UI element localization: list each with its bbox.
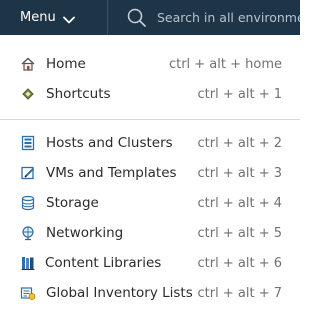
shortcuts-icon bbox=[20, 86, 36, 102]
menu-label: Menu bbox=[20, 10, 56, 25]
content-libraries-icon bbox=[20, 255, 36, 271]
search-placeholder: Search in all environme bbox=[157, 10, 300, 25]
menu-item-shortcuts[interactable]: Shortcuts ctrl + alt + 1 bbox=[0, 79, 300, 109]
menu-item-global-inventory-lists[interactable]: Global Inventory Lists ctrl + alt + 7 bbox=[0, 278, 300, 308]
global-search-field[interactable]: Search in all environme bbox=[127, 0, 300, 35]
menu-item-label: Hosts and Clusters bbox=[46, 135, 173, 151]
menu-item-label: Storage bbox=[46, 195, 99, 211]
main-menu-dropdown: Home ctrl + alt + home Shortcuts ctrl + … bbox=[0, 35, 300, 312]
menu-item-shortcut: ctrl + alt + 2 bbox=[197, 135, 282, 151]
menu-item-label: Networking bbox=[46, 225, 124, 241]
hosts-clusters-icon bbox=[20, 135, 36, 151]
header-divider bbox=[107, 0, 108, 35]
menu-item-label: Shortcuts bbox=[46, 86, 111, 102]
menu-item-label: Content Libraries bbox=[45, 255, 162, 271]
menu-item-shortcut: ctrl + alt + 4 bbox=[197, 195, 282, 211]
menu-item-networking[interactable]: Networking ctrl + alt + 5 bbox=[0, 218, 300, 248]
menu-item-home[interactable]: Home ctrl + alt + home bbox=[0, 49, 300, 79]
menu-item-storage[interactable]: Storage ctrl + alt + 4 bbox=[0, 188, 300, 218]
menu-item-shortcut: ctrl + alt + 6 bbox=[197, 255, 282, 271]
menu-toggle-button[interactable]: Menu bbox=[20, 0, 75, 35]
menu-item-shortcut: ctrl + alt + 7 bbox=[197, 285, 282, 301]
networking-icon bbox=[20, 225, 36, 241]
menu-item-label: Global Inventory Lists bbox=[46, 285, 193, 301]
menu-item-content-libraries[interactable]: Content Libraries ctrl + alt + 6 bbox=[0, 248, 300, 278]
menu-item-label: Home bbox=[46, 56, 86, 72]
vms-templates-icon bbox=[20, 165, 36, 181]
chevron-down-icon bbox=[62, 9, 75, 28]
global-inventory-icon bbox=[20, 285, 36, 301]
menu-item-label: VMs and Templates bbox=[46, 165, 177, 181]
top-navigation-bar: Menu Search in all environme bbox=[0, 0, 300, 35]
search-icon bbox=[127, 8, 147, 28]
menu-item-shortcut: ctrl + alt + 1 bbox=[197, 86, 282, 102]
menu-item-vms-and-templates[interactable]: VMs and Templates ctrl + alt + 3 bbox=[0, 158, 300, 188]
home-icon bbox=[20, 56, 36, 72]
menu-item-hosts-and-clusters[interactable]: Hosts and Clusters ctrl + alt + 2 bbox=[0, 128, 300, 158]
menu-item-shortcut: ctrl + alt + 5 bbox=[197, 225, 282, 241]
menu-separator bbox=[0, 119, 300, 120]
menu-item-shortcut: ctrl + alt + home bbox=[168, 56, 282, 72]
storage-icon bbox=[20, 195, 36, 211]
menu-item-shortcut: ctrl + alt + 3 bbox=[197, 165, 282, 181]
